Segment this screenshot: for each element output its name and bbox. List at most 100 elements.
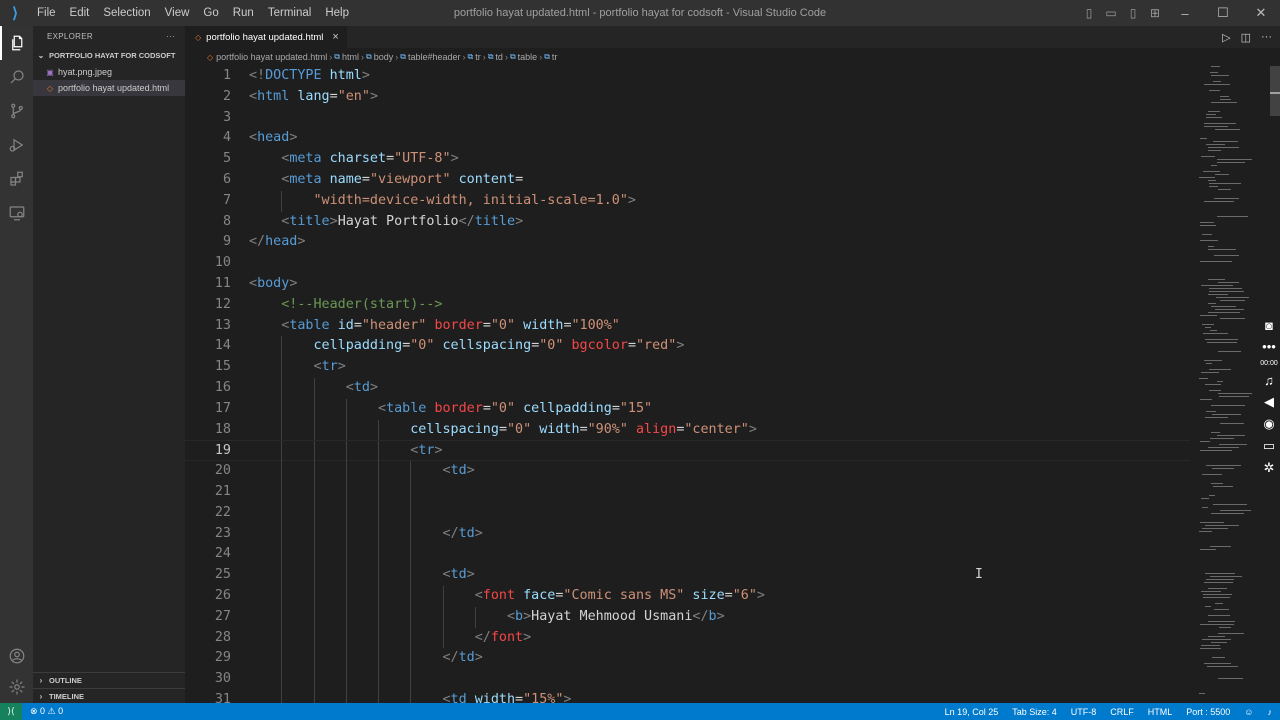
code-line[interactable]: 19 <tr> <box>185 440 1190 463</box>
code-line[interactable]: 25 <td> <box>185 565 1190 586</box>
code-line[interactable]: 26 <font face="Comic sans MS" size="6"> <box>185 586 1190 607</box>
timeline-section[interactable]: › TIMELINE <box>33 688 185 704</box>
live-server-port[interactable]: Port : 5500 <box>1186 707 1230 717</box>
tab-size[interactable]: Tab Size: 4 <box>1012 707 1057 717</box>
toggle-sidebar-icon[interactable]: ▯ <box>1078 6 1100 20</box>
settings-icon[interactable]: ✲ <box>1264 460 1275 476</box>
maximize-button[interactable]: ☐ <box>1204 5 1242 21</box>
feedback-icon[interactable]: ☺ <box>1244 707 1253 717</box>
token-at: width <box>474 692 516 703</box>
close-tab-icon[interactable]: × <box>332 31 338 43</box>
outline-section[interactable]: › OUTLINE <box>33 672 185 688</box>
cursor-position[interactable]: Ln 19, Col 25 <box>945 707 999 717</box>
breadcrumb-item[interactable]: body <box>374 52 394 62</box>
speaker-icon[interactable]: ◀ <box>1264 394 1274 410</box>
code-editor[interactable]: 1 <!DOCTYPE html> 2 <html lang="en"> 3 4 <head… <box>185 66 1190 703</box>
code-line[interactable]: 1 <!DOCTYPE html> <box>185 66 1190 87</box>
code-line[interactable]: 8 <title>Hayat Portfolio</title> <box>185 212 1190 233</box>
code-line[interactable]: 28 </font> <box>185 627 1190 649</box>
token-tb: > <box>434 443 443 459</box>
file-item-image[interactable]: ▣ hyat.png.jpeg <box>33 64 185 80</box>
breadcrumb-item[interactable]: tr <box>475 52 481 62</box>
language-mode[interactable]: HTML <box>1148 707 1173 717</box>
status-bar: ⟩⟨ ⊗ 0 ⚠ 0 Ln 19, Col 25 Tab Size: 4 UTF… <box>0 703 1280 720</box>
more-actions-icon[interactable]: ··· <box>1261 31 1272 43</box>
camera-icon[interactable]: ◙ <box>1265 318 1273 333</box>
menu-item-terminal[interactable]: Terminal <box>268 7 311 19</box>
more-icon[interactable]: ••• <box>1262 339 1276 354</box>
code-line[interactable]: 12 <!--Header(start)--> <box>185 295 1190 316</box>
microphone-icon[interactable]: ♫ <box>1264 373 1274 388</box>
code-line[interactable]: 20 <td> <box>185 461 1190 482</box>
cursor-marker <box>1270 92 1280 94</box>
code-line[interactable]: 2 <html lang="en"> <box>185 87 1190 108</box>
code-line[interactable]: 30 <box>185 669 1190 690</box>
breadcrumb-item[interactable]: table <box>518 52 538 62</box>
breadcrumb-separator: › <box>539 52 543 62</box>
code-line[interactable]: 27 <b>Hayat Mehmood Usmani</b> <box>185 606 1190 628</box>
close-window-button[interactable]: ✕ <box>1242 5 1280 21</box>
menu-item-help[interactable]: Help <box>325 7 349 19</box>
webcam-icon[interactable]: ◉ <box>1263 416 1274 432</box>
minimize-button[interactable]: – <box>1166 6 1204 21</box>
code-line[interactable]: 4 <head> <box>185 128 1190 149</box>
code-line[interactable]: 10 <box>185 253 1190 274</box>
code-line[interactable]: 22 <box>185 502 1190 524</box>
menu-item-edit[interactable]: Edit <box>70 7 90 19</box>
workspace-folder[interactable]: ⌄ PORTFOLIO HAYAT FOR CODSOFT <box>33 46 185 64</box>
code-line[interactable]: 3 <box>185 108 1190 129</box>
menu-item-file[interactable]: File <box>37 7 56 19</box>
code-line[interactable]: 21 <box>185 482 1190 503</box>
tab-portfolio-html[interactable]: ◇ portfolio hayat updated.html × <box>185 26 347 48</box>
split-editor-icon[interactable]: ◫ <box>1241 31 1251 44</box>
end-of-line[interactable]: CRLF <box>1110 707 1134 717</box>
problems-indicator[interactable]: ⊗ 0 ⚠ 0 <box>30 706 63 717</box>
code-line[interactable]: 13 <table id="header" border="0" width="… <box>185 316 1190 337</box>
code-line[interactable]: 24 <box>185 544 1190 566</box>
run-icon[interactable]: ▷ <box>1222 31 1230 44</box>
extensions-icon[interactable] <box>0 162 33 196</box>
accounts-icon[interactable] <box>0 639 33 673</box>
code-line[interactable]: 7 "width=device-width, initial-scale=1.0… <box>185 190 1190 212</box>
minimap-line <box>1210 576 1242 577</box>
source-control-icon[interactable] <box>0 94 33 128</box>
breadcrumb-item[interactable]: td <box>495 52 503 62</box>
minimap[interactable] <box>1195 66 1267 703</box>
breadcrumb-item[interactable]: html <box>342 52 359 62</box>
breadcrumb-item[interactable]: table#header <box>408 52 461 62</box>
menu-item-view[interactable]: View <box>165 7 190 19</box>
code-line[interactable]: 5 <meta charset="UTF-8"> <box>185 149 1190 170</box>
toggle-panel-icon[interactable]: ▭ <box>1100 6 1122 20</box>
settings-gear-icon[interactable] <box>0 670 33 704</box>
run-debug-icon[interactable] <box>0 128 33 162</box>
remote-indicator-icon[interactable]: ⟩⟨ <box>0 703 22 720</box>
menu-item-selection[interactable]: Selection <box>103 7 150 19</box>
code-line[interactable]: 23 </td> <box>185 523 1190 545</box>
code-line[interactable]: 31 <td width="15%"> <box>185 690 1190 703</box>
code-line[interactable]: 29 </td> <box>185 648 1190 670</box>
remote-explorer-icon[interactable] <box>0 196 33 230</box>
code-line[interactable]: 14 cellpadding="0" cellspacing="0" bgcol… <box>185 336 1190 358</box>
code-line[interactable]: 11 <body> <box>185 274 1190 295</box>
breadcrumb-item[interactable]: portfolio hayat updated.html <box>216 52 327 62</box>
menu-item-go[interactable]: Go <box>203 7 218 19</box>
code-line[interactable]: 16 <td> <box>185 378 1190 399</box>
code-line[interactable]: 17 <table border="0" cellpadding="15" <box>185 398 1190 420</box>
code-line[interactable]: 9 </head> <box>185 232 1190 253</box>
code-line[interactable]: 15 <tr> <box>185 357 1190 378</box>
file-item-html[interactable]: ◇ portfolio hayat updated.html <box>33 80 185 96</box>
explorer-icon[interactable] <box>0 26 33 60</box>
scrollbar-thumb[interactable] <box>1270 66 1280 116</box>
minimap-line <box>1209 291 1244 292</box>
file-encoding[interactable]: UTF-8 <box>1071 707 1097 717</box>
window-icon[interactable]: ▭ <box>1263 438 1275 454</box>
notifications-icon[interactable]: ♪ <box>1268 707 1273 717</box>
search-icon[interactable] <box>0 60 33 94</box>
toggle-secondary-sidebar-icon[interactable]: ▯ <box>1122 6 1144 20</box>
code-line[interactable]: 6 <meta name="viewport" content= <box>185 170 1190 191</box>
customize-layout-icon[interactable]: ⊞ <box>1144 6 1166 20</box>
breadcrumb-item[interactable]: tr <box>552 52 558 62</box>
code-line[interactable]: 18 cellspacing="0" width="90%" align="ce… <box>185 419 1190 441</box>
more-actions-icon[interactable]: ··· <box>166 32 175 41</box>
menu-item-run[interactable]: Run <box>233 7 254 19</box>
